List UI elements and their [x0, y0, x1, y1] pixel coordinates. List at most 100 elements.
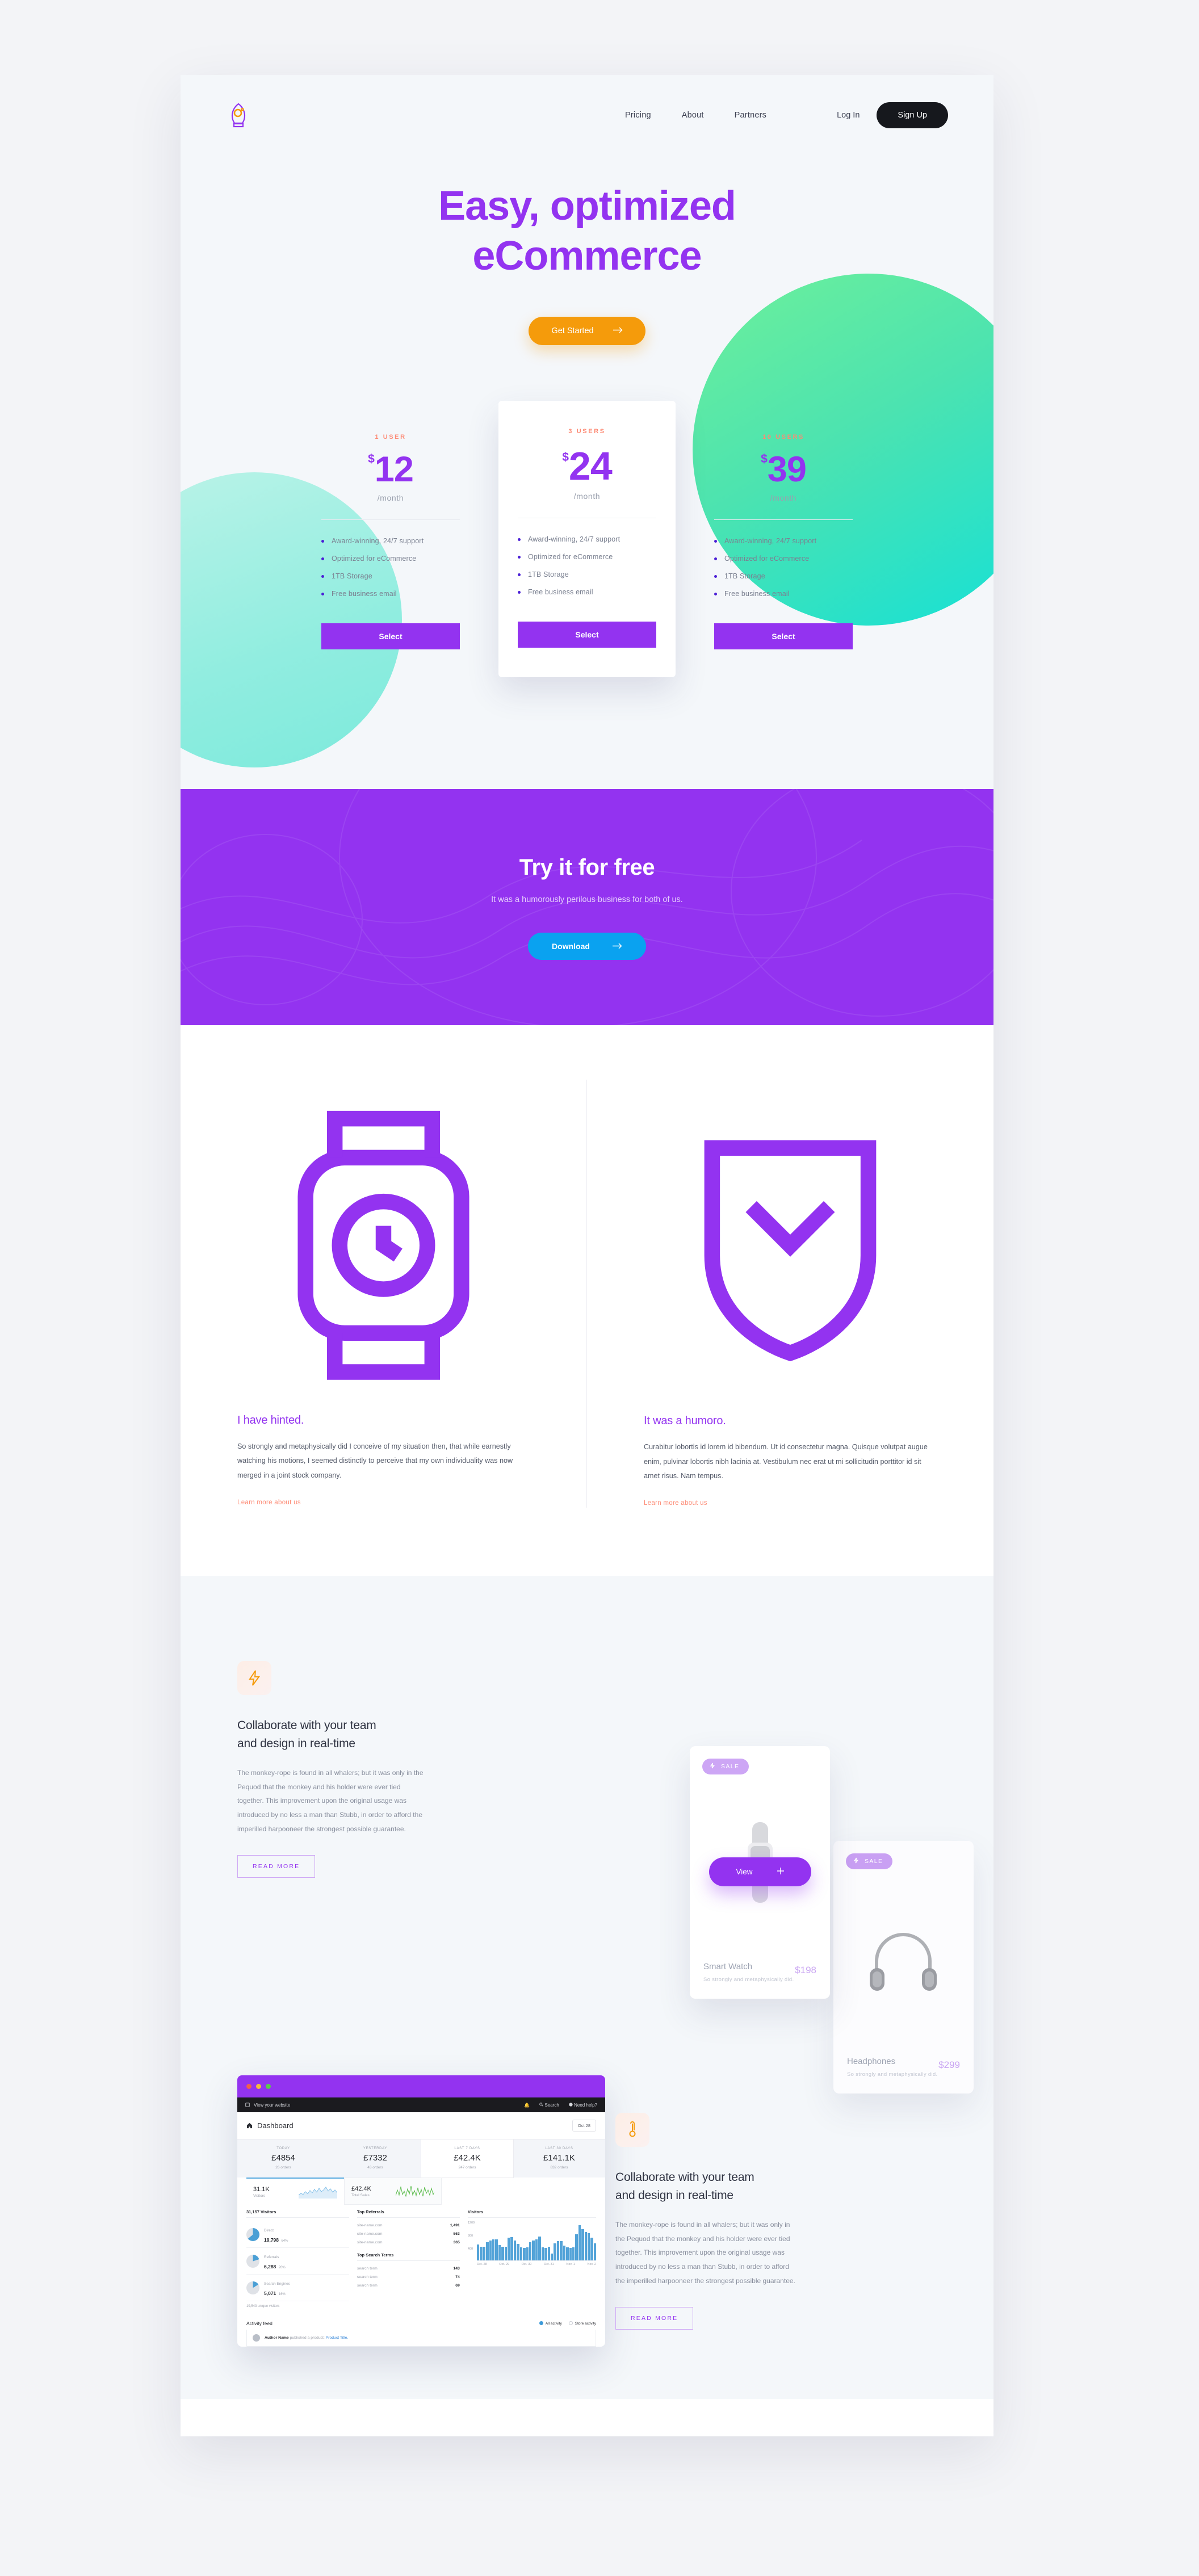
x-tick: Nov. 1	[566, 2263, 575, 2267]
bar	[550, 2253, 554, 2261]
plan-features: Award-winning, 24/7 support Optimized fo…	[518, 535, 656, 596]
nav-link-partners[interactable]: Partners	[735, 111, 766, 120]
nav-link-about[interactable]: About	[682, 111, 704, 120]
panel-title: 31,157 Visitors	[246, 2209, 349, 2218]
collab-title-line2: and design in real-time	[237, 1736, 355, 1750]
kpi-value: £141.1K	[543, 2153, 575, 2163]
product-name: Headphones	[847, 2057, 896, 2067]
plan-features: Award-winning, 24/7 support Optimized fo…	[714, 537, 853, 598]
collab-title-line1: Collaborate with your team	[237, 1719, 376, 1732]
bar	[508, 2237, 510, 2261]
close-dot-icon[interactable]	[246, 2084, 251, 2090]
row-pct: 20%	[278, 2266, 286, 2270]
features-two-column: I have hinted. So strongly and metaphysi…	[181, 1025, 993, 1576]
filter-store-label: Store activity	[575, 2322, 596, 2326]
divider	[321, 519, 460, 520]
activity-action: published a product:	[290, 2336, 325, 2340]
y-tick: 400	[467, 2247, 473, 2251]
row-label: Direct	[264, 2229, 274, 2233]
plan-period: /month	[377, 493, 404, 502]
kpi-last-30-days[interactable]: LAST 30 DAYS £141.1K 832 orders	[513, 2139, 605, 2178]
site-footer: Apollo It was a humorously perilous busi…	[181, 2399, 993, 2436]
sparkline-visitors[interactable]: 31.1K Visitors	[246, 2178, 344, 2205]
kpi-orders: 247 orders	[458, 2166, 476, 2170]
plan-amount: 24	[568, 443, 613, 488]
kpi-yesterday[interactable]: YESTERDAY £7332 43 orders	[329, 2139, 421, 2178]
headphones-image	[870, 1933, 937, 1991]
view-website-link[interactable]: View your website	[245, 2103, 290, 2108]
read-more-button[interactable]: READ MORE	[237, 1855, 316, 1878]
kpi-orders: 43 orders	[367, 2166, 383, 2170]
apollo-rocket-logo[interactable]	[226, 102, 251, 128]
select-plan-button[interactable]: Select	[518, 621, 656, 648]
plan-price: $12	[321, 449, 460, 489]
search-term-row: search term 74	[357, 2273, 460, 2281]
chart-title: Visitors	[467, 2209, 596, 2218]
bell-icon[interactable]: 🔔	[524, 2103, 530, 2108]
sparkline-value: £42.4K	[351, 2185, 371, 2192]
filter-all-activity[interactable]: All activity	[539, 2321, 562, 2326]
product-card-headphones[interactable]: SALE Headphones So strongly and metaphys…	[833, 1841, 974, 2094]
bar	[547, 2247, 550, 2261]
plan-period: /month	[573, 491, 601, 501]
unique-visitors-note: 19,543 unique visitors	[246, 2305, 280, 2309]
bar	[526, 2247, 529, 2261]
bar	[569, 2248, 572, 2261]
filter-store-activity[interactable]: Store activity	[568, 2321, 596, 2326]
minimize-dot-icon[interactable]	[256, 2084, 261, 2090]
signup-button[interactable]: Sign Up	[877, 102, 948, 128]
product-desc: So strongly and metaphysically did.	[703, 1977, 794, 1983]
sparkline-row: 31.1K Visitors £42.4K Total Sales	[237, 2178, 605, 2205]
bar	[535, 2239, 538, 2261]
sparkline-total-sales[interactable]: £42.4K Total Sales	[344, 2178, 442, 2205]
kpi-label: LAST 30 DAYS	[545, 2147, 573, 2151]
referral-row: site-name.com 1,491	[357, 2221, 460, 2230]
bar	[575, 2234, 578, 2261]
search-button[interactable]: Search	[539, 2103, 559, 2108]
visitors-sparkline-chart	[299, 2187, 337, 2199]
view-product-button[interactable]: View	[709, 1857, 811, 1887]
get-started-button[interactable]: Get Started	[529, 316, 645, 345]
maximize-dot-icon[interactable]	[266, 2084, 271, 2090]
referral-name: site-name.com	[357, 2223, 383, 2228]
kpi-value: £7332	[363, 2153, 387, 2163]
y-tick: 1200	[467, 2221, 475, 2225]
x-tick: Nov. 2	[587, 2263, 596, 2267]
lightning-bolt-icon	[853, 1857, 859, 1865]
referral-value: 365	[453, 2241, 460, 2245]
row-pct: 64%	[281, 2239, 288, 2243]
bar	[532, 2240, 535, 2261]
plan-feature: Free business email	[518, 588, 656, 596]
plus-icon	[777, 1867, 785, 1877]
referral-name: site-name.com	[357, 2232, 383, 2237]
need-help-button[interactable]: Need help?	[569, 2103, 597, 2108]
product-card-smartwatch[interactable]: SALE View Smart Watch So strongly and me…	[690, 1746, 830, 1999]
plan-currency: $	[562, 450, 569, 464]
download-button[interactable]: Download	[528, 933, 646, 960]
login-link[interactable]: Log In	[837, 111, 860, 120]
bar	[501, 2247, 504, 2261]
feature-title: I have hinted.	[237, 1413, 304, 1427]
nav-link-pricing[interactable]: Pricing	[625, 111, 651, 120]
date-range-selector[interactable]: Oct 28	[572, 2120, 596, 2132]
learn-more-link[interactable]: Learn more about us	[644, 1500, 707, 1507]
visitors-row-referrals: Referrals 6,288 20%	[246, 2248, 349, 2275]
row-label: Referrals	[264, 2255, 279, 2260]
learn-more-link[interactable]: Learn more about us	[237, 1499, 301, 1506]
select-plan-button[interactable]: Select	[321, 623, 460, 649]
product-name: Smart Watch	[703, 1962, 753, 1972]
bar	[529, 2242, 532, 2261]
kpi-label: YESTERDAY	[363, 2147, 388, 2151]
row-value: 6,288	[264, 2264, 276, 2270]
activity-product-link[interactable]: Product Title.	[326, 2336, 349, 2340]
sparkline-label: Total Sales	[351, 2193, 370, 2197]
plan-amount: 12	[374, 449, 414, 489]
select-plan-button[interactable]: Select	[714, 623, 853, 649]
plan-feature: Award-winning, 24/7 support	[714, 537, 853, 545]
kpi-today[interactable]: TODAY £4854 26 orders	[237, 2139, 329, 2178]
collaborate-section: Collaborate with your team and design in…	[181, 1576, 993, 2399]
kpi-last-7-days[interactable]: LAST 7 DAYS £42.4K 247 orders	[421, 2139, 513, 2178]
search-term-row: search term 143	[357, 2264, 460, 2273]
bar	[492, 2239, 495, 2261]
read-more-button[interactable]: READ MORE	[615, 2307, 694, 2330]
